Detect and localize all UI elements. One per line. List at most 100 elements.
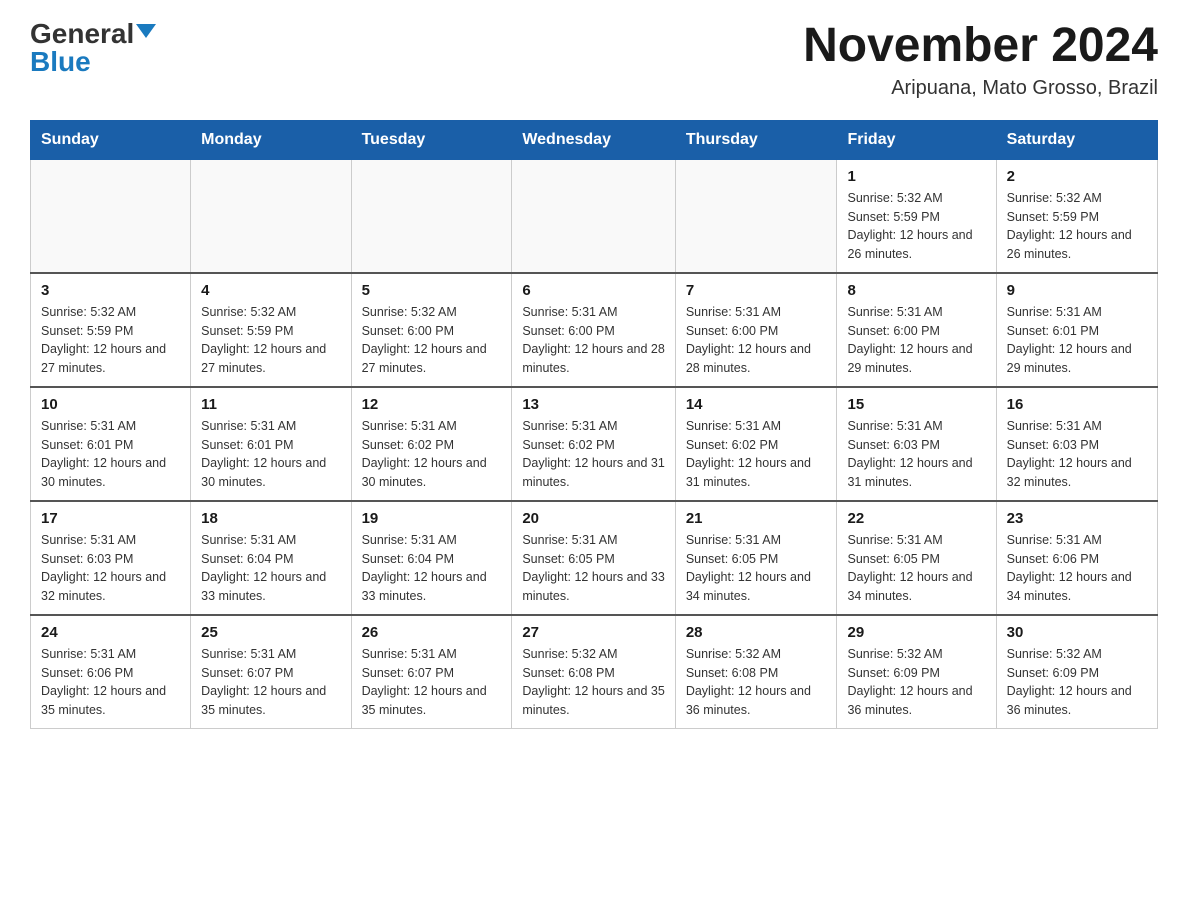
table-row: 23 Sunrise: 5:31 AMSunset: 6:06 PMDayligh… xyxy=(996,501,1157,615)
calendar-week-row: 3 Sunrise: 5:32 AMSunset: 5:59 PMDaylight… xyxy=(31,273,1158,387)
day-info: Sunrise: 5:31 AMSunset: 6:05 PMDaylight:… xyxy=(522,531,664,606)
table-row: 22 Sunrise: 5:31 AMSunset: 6:05 PMDayligh… xyxy=(837,501,996,615)
table-row: 19 Sunrise: 5:31 AMSunset: 6:04 PMDayligh… xyxy=(351,501,512,615)
day-number: 8 xyxy=(847,282,985,299)
day-number: 26 xyxy=(362,624,502,641)
day-number: 17 xyxy=(41,510,180,527)
table-row: 28 Sunrise: 5:32 AMSunset: 6:08 PMDayligh… xyxy=(675,615,837,729)
day-info: Sunrise: 5:31 AMSunset: 6:00 PMDaylight:… xyxy=(522,303,664,378)
logo: General Blue xyxy=(30,20,156,76)
calendar-week-row: 10Sunrise: 5:31 AMSunset: 6:01 PMDayligh… xyxy=(31,387,1158,501)
calendar-week-row: 24 Sunrise: 5:31 AMSunset: 6:06 PMDayligh… xyxy=(31,615,1158,729)
day-info: Sunrise: 5:32 AMSunset: 6:09 PMDaylight:… xyxy=(847,645,985,720)
day-number: 2 xyxy=(1007,168,1147,185)
day-info: Sunrise: 5:31 AMSunset: 6:01 PMDaylight:… xyxy=(1007,303,1147,378)
day-info: Sunrise: 5:31 AMSunset: 6:00 PMDaylight:… xyxy=(686,303,827,378)
day-info: Sunrise: 5:32 AMSunset: 5:59 PMDaylight:… xyxy=(847,189,985,264)
title-block: November 2024 Aripuana, Mato Grosso, Bra… xyxy=(803,20,1158,100)
calendar-week-row: 17 Sunrise: 5:31 AMSunset: 6:03 PMDayligh… xyxy=(31,501,1158,615)
calendar-header-row: Sunday Monday Tuesday Wednesday Thursday… xyxy=(31,120,1158,159)
table-row: 2 Sunrise: 5:32 AMSunset: 5:59 PMDaylight… xyxy=(996,159,1157,273)
calendar-title: November 2024 xyxy=(803,20,1158,73)
day-number: 11 xyxy=(201,396,340,413)
day-info: Sunrise: 5:31 AMSunset: 6:06 PMDaylight:… xyxy=(1007,531,1147,606)
calendar-table: Sunday Monday Tuesday Wednesday Thursday… xyxy=(30,120,1158,729)
day-info: Sunrise: 5:31 AMSunset: 6:03 PMDaylight:… xyxy=(847,417,985,492)
table-row xyxy=(191,159,351,273)
day-info: Sunrise: 5:32 AMSunset: 6:09 PMDaylight:… xyxy=(1007,645,1147,720)
day-number: 13 xyxy=(522,396,664,413)
day-number: 27 xyxy=(522,624,664,641)
day-number: 28 xyxy=(686,624,827,641)
header-friday: Friday xyxy=(837,120,996,159)
header-thursday: Thursday xyxy=(675,120,837,159)
day-number: 3 xyxy=(41,282,180,299)
header-sunday: Sunday xyxy=(31,120,191,159)
day-info: Sunrise: 5:31 AMSunset: 6:05 PMDaylight:… xyxy=(686,531,827,606)
table-row xyxy=(351,159,512,273)
day-info: Sunrise: 5:31 AMSunset: 6:05 PMDaylight:… xyxy=(847,531,985,606)
day-number: 9 xyxy=(1007,282,1147,299)
table-row: 21Sunrise: 5:31 AMSunset: 6:05 PMDayligh… xyxy=(675,501,837,615)
day-info: Sunrise: 5:31 AMSunset: 6:04 PMDaylight:… xyxy=(362,531,502,606)
table-row: 18 Sunrise: 5:31 AMSunset: 6:04 PMDayligh… xyxy=(191,501,351,615)
day-number: 24 xyxy=(41,624,180,641)
day-number: 6 xyxy=(522,282,664,299)
calendar-week-row: 1 Sunrise: 5:32 AMSunset: 5:59 PMDaylight… xyxy=(31,159,1158,273)
table-row: 8 Sunrise: 5:31 AMSunset: 6:00 PMDaylight… xyxy=(837,273,996,387)
day-info: Sunrise: 5:31 AMSunset: 6:00 PMDaylight:… xyxy=(847,303,985,378)
header-saturday: Saturday xyxy=(996,120,1157,159)
day-number: 15 xyxy=(847,396,985,413)
table-row: 27 Sunrise: 5:32 AMSunset: 6:08 PMDayligh… xyxy=(512,615,675,729)
day-info: Sunrise: 5:32 AMSunset: 6:00 PMDaylight:… xyxy=(362,303,502,378)
day-info: Sunrise: 5:31 AMSunset: 6:03 PMDaylight:… xyxy=(1007,417,1147,492)
page-header: General Blue November 2024 Aripuana, Mat… xyxy=(30,20,1158,100)
logo-blue-text: Blue xyxy=(30,46,91,77)
table-row: 17 Sunrise: 5:31 AMSunset: 6:03 PMDayligh… xyxy=(31,501,191,615)
table-row: 5Sunrise: 5:32 AMSunset: 6:00 PMDaylight… xyxy=(351,273,512,387)
logo-general-text: General xyxy=(30,20,134,48)
table-row: 13 Sunrise: 5:31 AMSunset: 6:02 PMDayligh… xyxy=(512,387,675,501)
day-number: 25 xyxy=(201,624,340,641)
table-row xyxy=(512,159,675,273)
table-row xyxy=(31,159,191,273)
day-number: 19 xyxy=(362,510,502,527)
table-row: 30 Sunrise: 5:32 AMSunset: 6:09 PMDayligh… xyxy=(996,615,1157,729)
day-number: 22 xyxy=(847,510,985,527)
table-row: 20 Sunrise: 5:31 AMSunset: 6:05 PMDayligh… xyxy=(512,501,675,615)
day-number: 30 xyxy=(1007,624,1147,641)
table-row: 24 Sunrise: 5:31 AMSunset: 6:06 PMDayligh… xyxy=(31,615,191,729)
header-tuesday: Tuesday xyxy=(351,120,512,159)
table-row: 14Sunrise: 5:31 AMSunset: 6:02 PMDayligh… xyxy=(675,387,837,501)
day-info: Sunrise: 5:31 AMSunset: 6:04 PMDaylight:… xyxy=(201,531,340,606)
table-row: 7Sunrise: 5:31 AMSunset: 6:00 PMDaylight… xyxy=(675,273,837,387)
table-row: 3 Sunrise: 5:32 AMSunset: 5:59 PMDaylight… xyxy=(31,273,191,387)
table-row: 12Sunrise: 5:31 AMSunset: 6:02 PMDayligh… xyxy=(351,387,512,501)
table-row: 25 Sunrise: 5:31 AMSunset: 6:07 PMDayligh… xyxy=(191,615,351,729)
header-wednesday: Wednesday xyxy=(512,120,675,159)
day-info: Sunrise: 5:31 AMSunset: 6:06 PMDaylight:… xyxy=(41,645,180,720)
day-info: Sunrise: 5:32 AMSunset: 5:59 PMDaylight:… xyxy=(1007,189,1147,264)
day-number: 16 xyxy=(1007,396,1147,413)
table-row: 26 Sunrise: 5:31 AMSunset: 6:07 PMDayligh… xyxy=(351,615,512,729)
day-info: Sunrise: 5:31 AMSunset: 6:02 PMDaylight:… xyxy=(686,417,827,492)
day-info: Sunrise: 5:32 AMSunset: 6:08 PMDaylight:… xyxy=(686,645,827,720)
day-number: 23 xyxy=(1007,510,1147,527)
day-number: 18 xyxy=(201,510,340,527)
table-row: 6 Sunrise: 5:31 AMSunset: 6:00 PMDaylight… xyxy=(512,273,675,387)
day-info: Sunrise: 5:32 AMSunset: 6:08 PMDaylight:… xyxy=(522,645,664,720)
day-info: Sunrise: 5:31 AMSunset: 6:07 PMDaylight:… xyxy=(201,645,340,720)
day-info: Sunrise: 5:31 AMSunset: 6:03 PMDaylight:… xyxy=(41,531,180,606)
day-info: Sunrise: 5:31 AMSunset: 6:02 PMDaylight:… xyxy=(362,417,502,492)
day-number: 20 xyxy=(522,510,664,527)
day-info: Sunrise: 5:31 AMSunset: 6:07 PMDaylight:… xyxy=(362,645,502,720)
day-info: Sunrise: 5:31 AMSunset: 6:01 PMDaylight:… xyxy=(41,417,180,492)
table-row: 11Sunrise: 5:31 AMSunset: 6:01 PMDayligh… xyxy=(191,387,351,501)
day-info: Sunrise: 5:31 AMSunset: 6:02 PMDaylight:… xyxy=(522,417,664,492)
day-number: 1 xyxy=(847,168,985,185)
table-row: 1 Sunrise: 5:32 AMSunset: 5:59 PMDaylight… xyxy=(837,159,996,273)
day-info: Sunrise: 5:32 AMSunset: 5:59 PMDaylight:… xyxy=(201,303,340,378)
day-number: 4 xyxy=(201,282,340,299)
table-row: 9 Sunrise: 5:31 AMSunset: 6:01 PMDaylight… xyxy=(996,273,1157,387)
day-info: Sunrise: 5:32 AMSunset: 5:59 PMDaylight:… xyxy=(41,303,180,378)
